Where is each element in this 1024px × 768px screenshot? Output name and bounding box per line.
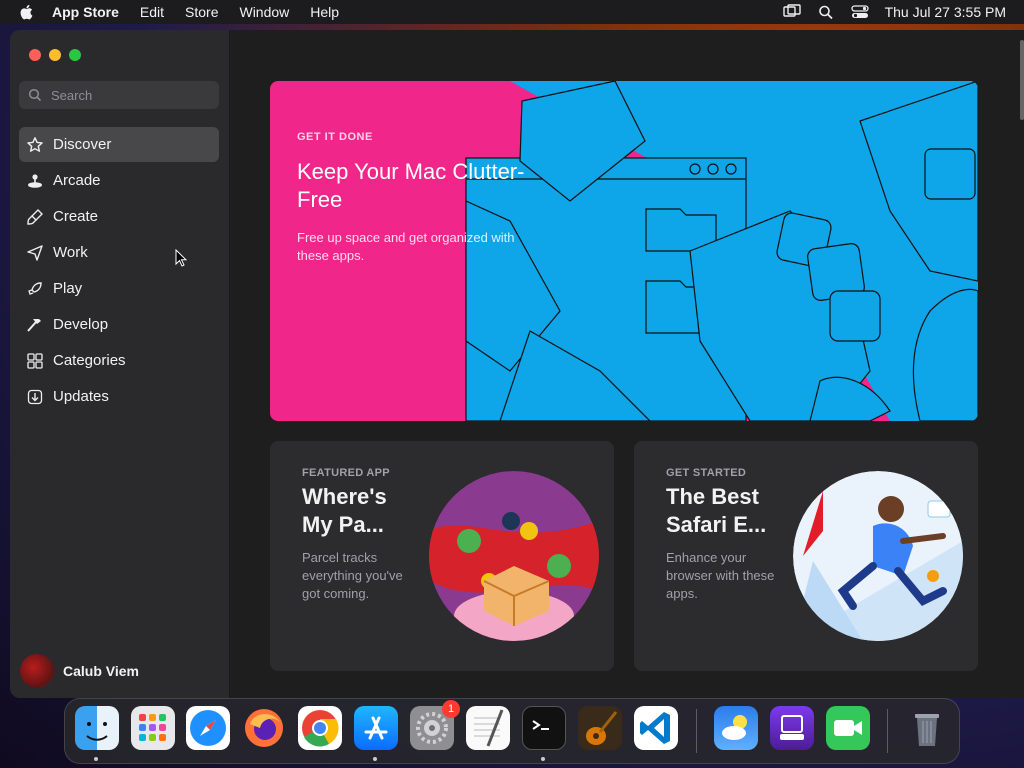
sidebar-item-label: Categories [53,352,126,369]
hammer-icon [27,318,41,332]
terminal-app-icon[interactable] [522,706,566,750]
safari-app-icon[interactable] [186,706,230,750]
star-icon [27,136,43,152]
app-store-window: Discover Arcade Create Work Play Develop [10,30,1024,698]
hero-description: Free up space and get organized with the… [297,230,515,263]
garageband-app-icon[interactable] [578,706,622,750]
download-icon [27,389,43,404]
dock: 1 [64,698,960,764]
hero-title: Keep Your Mac Clutter-Free [297,159,525,212]
running-indicator [541,757,545,761]
launchpad-app-icon[interactable] [131,706,175,750]
control-center-icon[interactable] [850,4,869,20]
zoom-button[interactable] [69,49,81,61]
vscode-app-icon[interactable] [634,706,678,750]
scrollbar[interactable] [1020,40,1024,120]
sidebar-item-label: Updates [53,388,109,405]
window-controls [29,49,89,61]
paper-plane-icon [27,244,43,261]
avatar [20,654,54,688]
sidebar-item-play[interactable]: Play [19,271,219,306]
joystick-icon [28,173,42,188]
sidebar-item-arcade[interactable]: Arcade [19,163,219,198]
dock-separator [887,709,888,753]
sidebar-item-discover[interactable]: Discover [19,127,219,162]
main-content: GET IT DONE Keep Your Mac Clutter-Free F… [230,30,1024,698]
sidebar-item-label: Play [53,280,83,297]
search-field[interactable] [19,81,219,109]
brush-icon [27,208,43,225]
card-description: Parcel tracks everything you've got comi… [302,550,403,601]
sidebar-item-work[interactable]: Work [19,235,219,270]
user-name: Calub Viem [63,663,139,679]
running-indicator [94,757,98,761]
system-settings-app-icon[interactable]: 1 [410,700,460,750]
get-started-card[interactable]: GET STARTED The Best Safari E... Enhance… [634,441,978,671]
card-title: Where's My Pa... [302,484,387,537]
weather-app-icon[interactable] [714,706,758,750]
apple-configurator-app-icon[interactable] [770,706,814,750]
search-input[interactable] [51,87,201,103]
featured-app-card[interactable]: FEATURED APP Where's My Pa... Parcel tra… [270,441,614,671]
hero-eyebrow: GET IT DONE [297,131,373,143]
sidebar-item-label: Work [53,244,88,261]
dock-separator [696,709,697,753]
search-icon [28,88,42,102]
menu-app-name[interactable]: App Store [52,4,119,20]
facetime-app-icon[interactable] [826,706,870,750]
sidebar-item-updates[interactable]: Updates [19,379,219,414]
card-title: The Best Safari E... [666,484,767,537]
grid-icon [27,352,43,369]
trash-icon[interactable] [905,706,949,750]
spotlight-search-icon[interactable] [817,4,835,20]
running-indicator [373,757,377,761]
menu-store[interactable]: Store [185,4,218,20]
card-eyebrow: GET STARTED [666,467,747,479]
app-store-app-icon[interactable] [354,706,398,750]
textedit-app-icon[interactable] [466,706,510,750]
firefox-app-icon[interactable] [242,706,286,750]
sidebar-item-label: Discover [53,136,112,153]
menu-edit[interactable]: Edit [140,4,164,20]
card-eyebrow: FEATURED APP [302,467,390,479]
sidebar: Discover Arcade Create Work Play Develop [10,30,230,698]
notification-badge: 1 [442,700,460,718]
minimize-button[interactable] [49,49,61,61]
mouse-pointer-icon [175,249,187,267]
sidebar-item-label: Develop [53,316,109,333]
card-description: Enhance your browser with these apps. [666,550,775,601]
sidebar-item-label: Arcade [53,172,101,189]
parcel-artwork [429,471,599,641]
menu-bar: App Store Edit Store Window Help Thu Jul… [0,0,1024,24]
user-account[interactable]: Calub Viem [20,654,139,688]
rocket-icon [28,281,42,295]
sidebar-item-develop[interactable]: Develop [19,307,219,342]
sidebar-nav: Discover Arcade Create Work Play Develop [19,127,219,415]
sidebar-item-categories[interactable]: Categories [19,343,219,378]
menu-clock[interactable]: Thu Jul 27 3:55 PM [885,4,1006,20]
finder-app-icon[interactable] [75,706,119,750]
sidebar-item-create[interactable]: Create [19,199,219,234]
safari-extensions-artwork [793,471,963,641]
menu-window[interactable]: Window [239,4,289,20]
apple-icon[interactable] [18,3,36,21]
chrome-app-icon[interactable] [298,706,342,750]
sidebar-item-label: Create [53,208,99,225]
hero-banner[interactable]: GET IT DONE Keep Your Mac Clutter-Free F… [270,81,978,421]
menu-help[interactable]: Help [310,4,339,20]
screen-mirroring-icon[interactable] [782,4,801,20]
close-button[interactable] [29,49,41,61]
